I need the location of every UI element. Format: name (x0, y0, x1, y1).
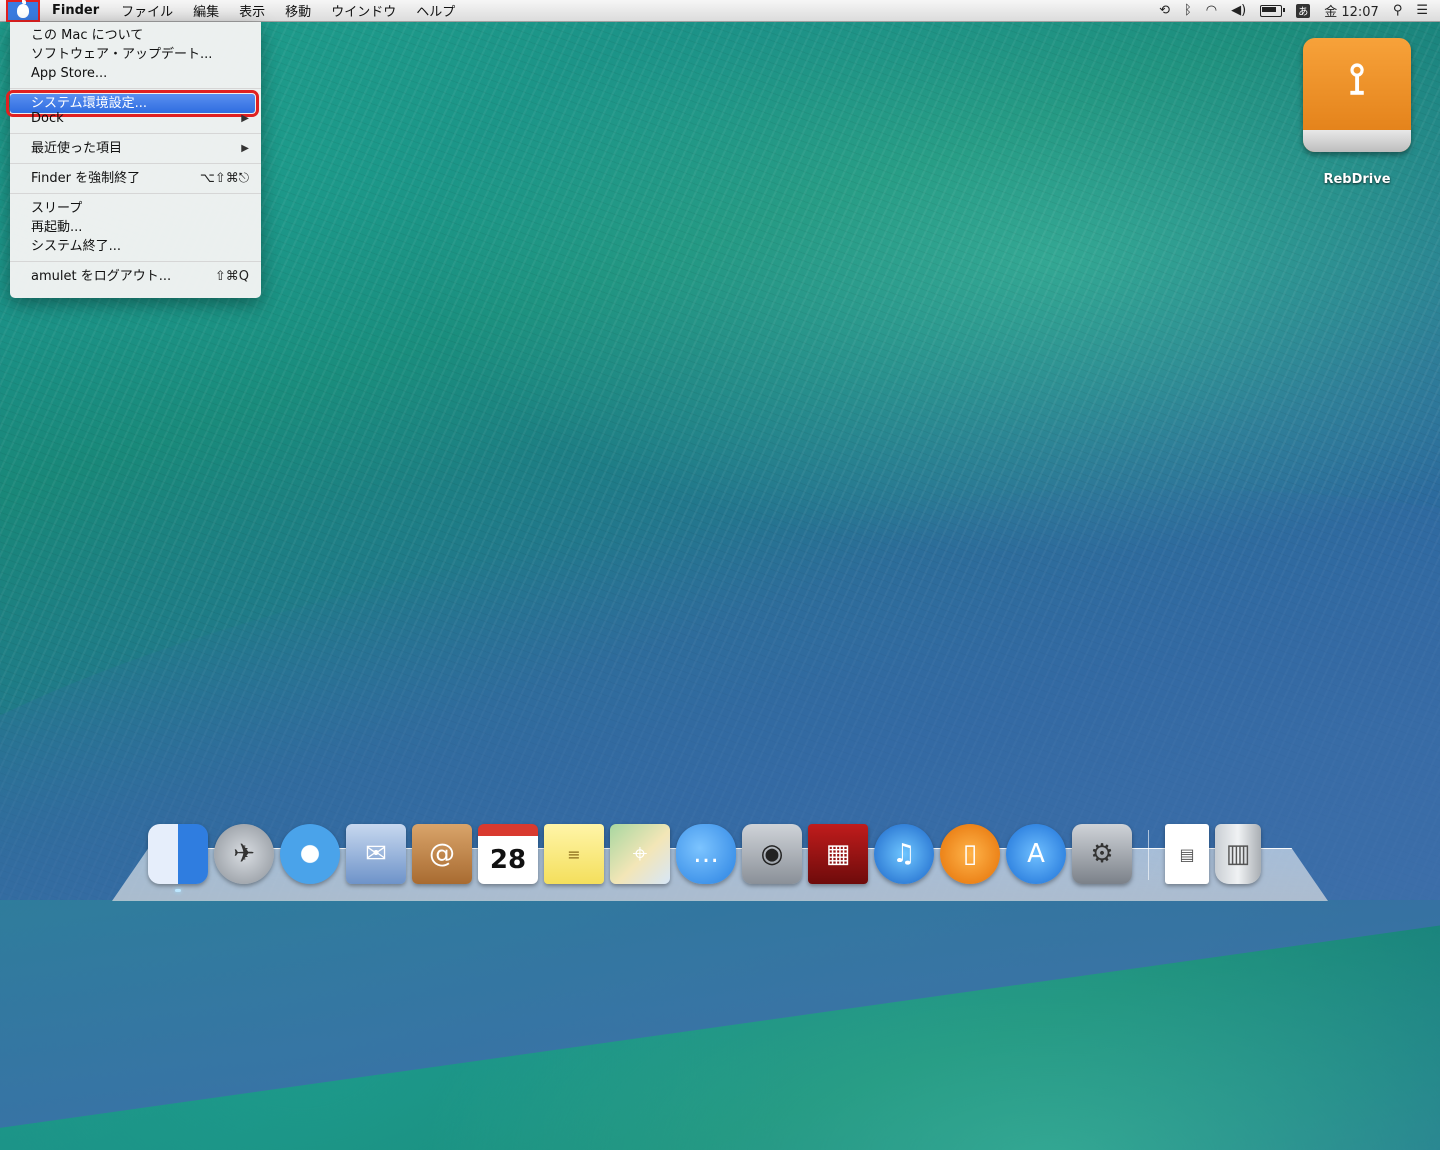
safari-icon[interactable] (280, 824, 340, 884)
system-preferences-icon[interactable]: ⚙ (1072, 824, 1132, 884)
facetime-icon[interactable]: ◉ (742, 824, 802, 884)
menu-item-label: Finder を強制終了 (31, 171, 141, 186)
menu-item-label: ソフトウェア・アップデート... (31, 47, 213, 62)
menu-separator (10, 163, 261, 164)
menu-item-label: この Mac について (31, 28, 144, 43)
trash-icon[interactable]: ▥ (1215, 824, 1261, 884)
firewire-symbol-icon: ⟟ (1348, 54, 1366, 105)
time-machine-icon[interactable]: ⟲ (1159, 3, 1170, 18)
notes-icon[interactable]: ≡ (544, 824, 604, 884)
menu-file[interactable]: ファイル (121, 1, 173, 20)
contacts-icon[interactable]: @ (412, 824, 472, 884)
wifi-icon[interactable]: ◠ (1206, 3, 1217, 18)
menu-help[interactable]: ヘルプ (416, 1, 455, 20)
apple-menu-dropdown: この Mac について ソフトウェア・アップデート... App Store..… (6, 22, 261, 298)
input-method-icon[interactable]: あ (1296, 3, 1311, 18)
finder-icon[interactable] (148, 824, 208, 892)
menu-shortcut: ⌥⇧⌘⎋ (199, 171, 249, 186)
desktop-drive-rebdrive[interactable]: ⟟ RebDrive (1302, 38, 1412, 187)
menu-item-label: 最近使った項目 (31, 141, 123, 156)
menu-edit[interactable]: 編集 (193, 1, 219, 20)
menu-item-restart[interactable]: 再起動... (10, 218, 261, 237)
menu-item-shutdown[interactable]: システム終了... (10, 237, 261, 256)
menu-item-label: システム終了... (31, 239, 122, 254)
menu-item-label: amulet をログアウト... (31, 269, 172, 284)
launchpad-icon[interactable]: ✈ (214, 824, 274, 884)
itunes-icon[interactable]: ♫ (874, 824, 934, 884)
notification-center-icon[interactable]: ☰ (1416, 3, 1428, 18)
ibooks-icon[interactable]: ▯ (940, 824, 1000, 884)
maps-icon[interactable]: ⌖ (610, 824, 670, 884)
dock-divider (1148, 830, 1149, 880)
photo-booth-icon[interactable]: ▦ (808, 824, 868, 884)
menu-item-label: スリープ (31, 201, 83, 216)
app-store-icon[interactable]: A (1006, 824, 1066, 884)
running-indicator (175, 889, 181, 892)
menu-item-force-quit[interactable]: Finder を強制終了 ⌥⇧⌘⎋ (10, 169, 261, 188)
mail-icon[interactable]: ✉ (346, 824, 406, 884)
menu-item-logout[interactable]: amulet をログアウト... ⇧⌘Q (10, 267, 261, 286)
menu-separator (10, 133, 261, 134)
apple-icon (17, 0, 29, 18)
menu-shortcut: ⇧⌘Q (214, 269, 249, 284)
menu-bar: Finder ファイル 編集 表示 移動 ウインドウ ヘルプ ⟲ ᛒ ◠ ◀) … (0, 0, 1440, 22)
apple-menu-button[interactable] (6, 0, 40, 22)
menu-item-software-update[interactable]: ソフトウェア・アップデート... (10, 45, 261, 64)
menu-separator (10, 261, 261, 262)
menu-item-dock[interactable]: Dock ▶ (10, 109, 261, 128)
calendar-icon[interactable]: 28 (478, 824, 538, 884)
menu-view[interactable]: 表示 (239, 1, 265, 20)
firewire-drive-icon: ⟟ (1303, 38, 1411, 152)
messages-icon[interactable]: … (676, 824, 736, 884)
menu-item-label: App Store... (31, 66, 108, 81)
menu-separator (10, 193, 261, 194)
menu-item-label: 再起動... (31, 220, 83, 235)
dock: ✈ ✉ @ 28 ≡ ⌖ … ◉ ▦ ♫ ▯ A ⚙ ▤ ▥ (148, 820, 1261, 892)
menu-item-recent-items[interactable]: 最近使った項目 ▶ (10, 139, 261, 158)
menu-go[interactable]: 移動 (285, 1, 311, 20)
menu-item-sleep[interactable]: スリープ (10, 199, 261, 218)
status-area: ⟲ ᛒ ◠ ◀) あ 金 12:07 ⚲ ☰ (1159, 1, 1440, 20)
bluetooth-icon[interactable]: ᛒ (1184, 3, 1192, 18)
volume-icon[interactable]: ◀) (1231, 3, 1246, 18)
chevron-right-icon: ▶ (241, 143, 249, 154)
document-icon[interactable]: ▤ (1165, 824, 1209, 884)
chevron-right-icon: ▶ (241, 113, 249, 124)
menu-window[interactable]: ウインドウ (331, 1, 396, 20)
spotlight-icon[interactable]: ⚲ (1393, 3, 1403, 18)
drive-label: RebDrive (1323, 172, 1391, 187)
wallpaper-wave (0, 390, 1440, 1150)
clock[interactable]: 金 12:07 (1324, 1, 1379, 20)
menu-item-label: Dock (31, 111, 64, 126)
menu-app-name[interactable]: Finder (52, 3, 99, 18)
menu-separator (10, 88, 261, 89)
battery-icon[interactable] (1260, 4, 1286, 17)
menu-item-app-store[interactable]: App Store... (10, 64, 261, 83)
menu-item-about-this-mac[interactable]: この Mac について (10, 26, 261, 45)
